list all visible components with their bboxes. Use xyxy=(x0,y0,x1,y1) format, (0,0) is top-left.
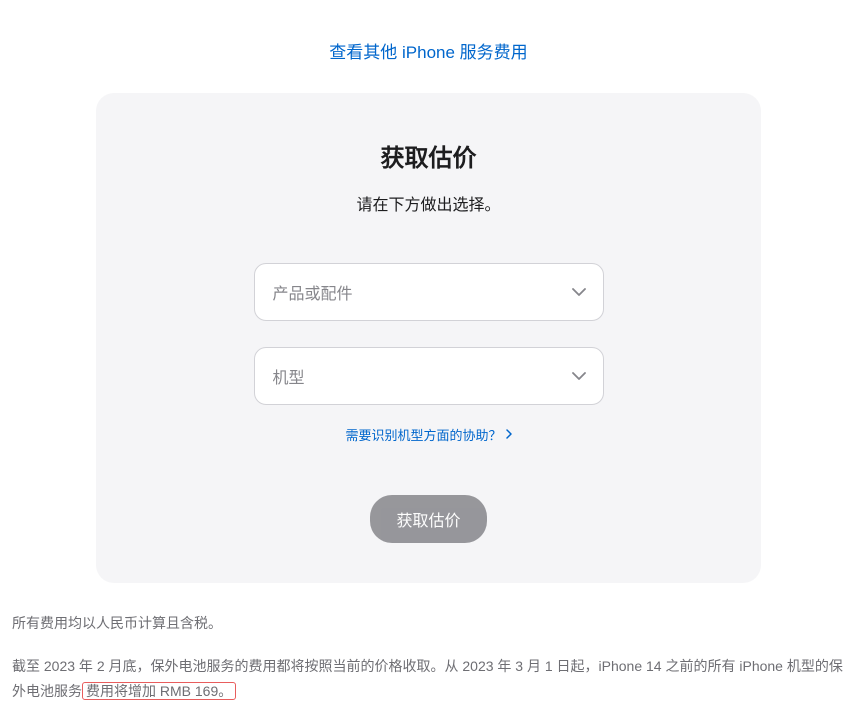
product-select-placeholder: 产品或配件 xyxy=(273,280,353,304)
price-increase-highlight: 费用将增加 RMB 169。 xyxy=(82,682,236,700)
footer-line-1: 所有费用均以人民币计算且含税。 xyxy=(12,611,845,636)
top-link-wrapper: 查看其他 iPhone 服务费用 xyxy=(10,0,847,93)
footer-text: 所有费用均以人民币计算且含税。 截至 2023 年 2 月底，保外电池服务的费用… xyxy=(10,583,847,705)
model-select[interactable]: 机型 xyxy=(254,347,604,405)
identify-model-help-link[interactable]: 需要识别机型方面的协助？ xyxy=(345,425,511,444)
product-select[interactable]: 产品或配件 xyxy=(254,263,604,321)
footer-line-2: 截至 2023 年 2 月底，保外电池服务的费用都将按照当前的价格收取。从 20… xyxy=(12,654,845,704)
chevron-right-icon xyxy=(506,427,512,442)
help-link-label: 需要识别机型方面的协助？ xyxy=(345,425,501,444)
card-subtitle: 请在下方做出选择。 xyxy=(126,191,731,215)
card-title: 获取估价 xyxy=(126,138,731,173)
model-select-wrapper: 机型 xyxy=(254,347,604,405)
estimate-card: 获取估价 请在下方做出选择。 产品或配件 机型 xyxy=(96,93,761,583)
other-services-link[interactable]: 查看其他 iPhone 服务费用 xyxy=(329,43,527,62)
product-select-wrapper: 产品或配件 xyxy=(254,263,604,321)
model-select-placeholder: 机型 xyxy=(273,364,305,388)
help-link-wrapper: 需要识别机型方面的协助？ xyxy=(126,425,731,445)
get-estimate-button[interactable]: 获取估价 xyxy=(370,495,486,543)
